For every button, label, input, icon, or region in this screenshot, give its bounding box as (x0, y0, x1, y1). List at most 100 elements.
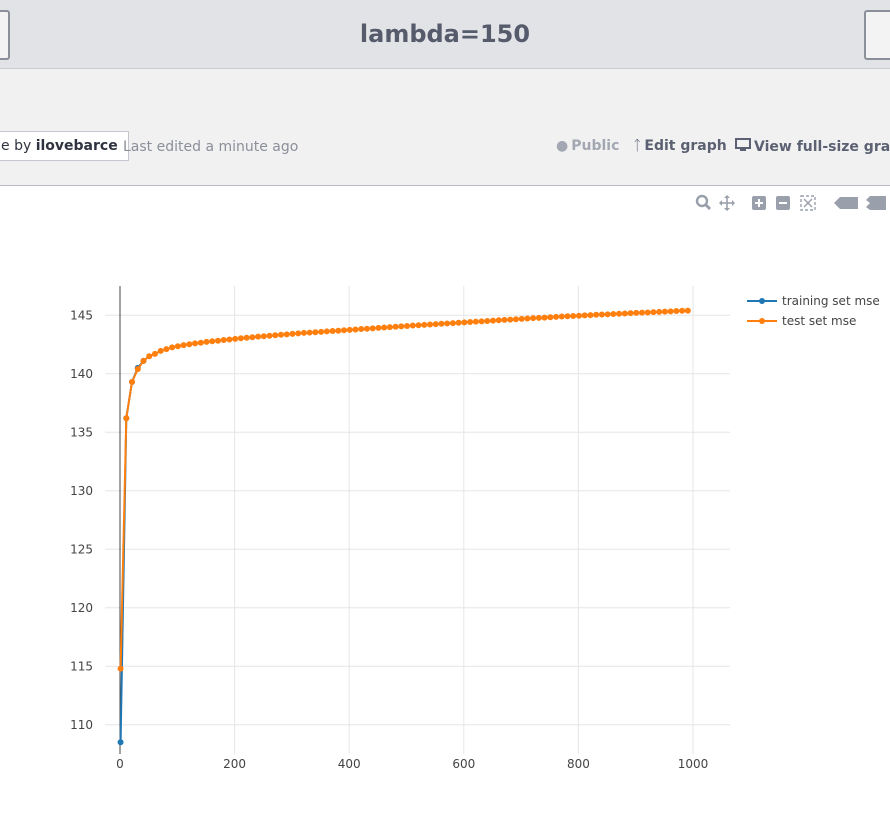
data-point (490, 317, 497, 324)
data-point (312, 329, 319, 336)
edit-graph-link[interactable]: ᛏ Edit graph (633, 138, 727, 154)
data-point (220, 337, 227, 344)
byline-prefix: e by (1, 138, 32, 154)
data-point (272, 332, 279, 339)
data-point (421, 321, 428, 328)
data-point (432, 321, 439, 328)
data-point (163, 346, 170, 353)
data-point (323, 328, 330, 335)
data-point (467, 319, 474, 326)
data-point (484, 317, 491, 324)
graph-title: lambda=150 (359, 20, 531, 48)
x-tick-label: 0 (116, 757, 124, 771)
data-point (237, 335, 244, 342)
data-point (375, 324, 382, 331)
data-point (157, 347, 164, 354)
data-point (547, 314, 554, 321)
data-point (409, 322, 416, 329)
public-link[interactable]: ● Public (556, 138, 619, 154)
data-point (151, 350, 158, 357)
data-point (232, 335, 239, 342)
monitor-icon (735, 138, 751, 155)
data-point (352, 326, 359, 333)
public-label: Public (571, 138, 620, 154)
data-point (255, 333, 262, 340)
data-point (444, 320, 451, 327)
data-point (123, 415, 130, 422)
data-point (243, 334, 250, 341)
data-point (512, 316, 519, 323)
data-point (507, 316, 514, 323)
data-point (386, 324, 393, 331)
data-point (209, 338, 216, 345)
data-point (564, 313, 571, 320)
data-point (518, 315, 525, 322)
data-point (656, 308, 663, 315)
legend-label[interactable]: test set mse (782, 314, 856, 328)
data-point (134, 366, 141, 373)
data-point (140, 357, 147, 364)
edit-graph-label: Edit graph (644, 138, 727, 154)
data-point (180, 342, 187, 349)
data-point (404, 323, 411, 330)
data-point (335, 327, 342, 334)
view-full-size-label: View full-size graph (754, 139, 890, 155)
owner-byline[interactable]: e by ilovebarce (0, 131, 129, 161)
data-point (289, 330, 296, 337)
data-point (117, 665, 124, 672)
data-point (186, 341, 193, 348)
x-tick-label: 600 (452, 757, 475, 771)
data-point (363, 325, 370, 332)
data-point (398, 323, 405, 330)
fork-icon: ᛏ (633, 138, 642, 154)
data-point (684, 307, 691, 314)
data-point (650, 309, 657, 316)
data-point (318, 328, 325, 335)
y-tick-label: 130 (70, 484, 93, 498)
data-point (581, 312, 588, 319)
y-tick-label: 110 (70, 718, 93, 732)
data-point (644, 309, 651, 316)
next-panel-button[interactable] (864, 10, 890, 60)
data-point (472, 318, 479, 325)
byline-user[interactable]: ilovebarce (36, 138, 118, 154)
data-point (197, 339, 204, 346)
data-point (392, 323, 399, 330)
legend-label[interactable]: training set mse (782, 294, 880, 308)
data-point (192, 340, 199, 347)
data-point (169, 344, 176, 351)
data-point (661, 308, 668, 315)
x-tick-label: 400 (338, 757, 361, 771)
meta-bar: e by ilovebarce Last edited a minute ago… (0, 69, 890, 186)
data-point (593, 311, 600, 318)
data-point (604, 311, 611, 318)
view-full-size-link[interactable]: View full-size graph (735, 138, 890, 155)
data-point (415, 322, 422, 329)
data-point (214, 337, 221, 344)
data-point (117, 739, 124, 746)
data-point (553, 313, 560, 320)
data-point (455, 319, 462, 326)
data-point (575, 312, 582, 319)
data-point (639, 309, 646, 316)
data-point (673, 308, 680, 315)
series-line-1 (119, 309, 688, 669)
data-point (260, 333, 267, 340)
line-chart: 110 115 120 125 130 135 140 145 0 200 400 600 800 100… (70, 286, 880, 771)
data-point (341, 327, 348, 334)
x-tick-label: 800 (567, 757, 590, 771)
data-point (621, 310, 628, 317)
data-point (530, 315, 537, 322)
y-tick-label: 135 (70, 425, 93, 439)
data-point (558, 313, 565, 320)
legend-swatch-marker (759, 298, 765, 304)
data-point (524, 315, 531, 322)
data-point (203, 338, 210, 345)
data-point (610, 310, 617, 317)
data-point (495, 317, 502, 324)
data-point (627, 310, 634, 317)
data-point (587, 312, 594, 319)
data-point (679, 307, 686, 314)
data-point (295, 330, 302, 337)
data-point (616, 310, 623, 317)
